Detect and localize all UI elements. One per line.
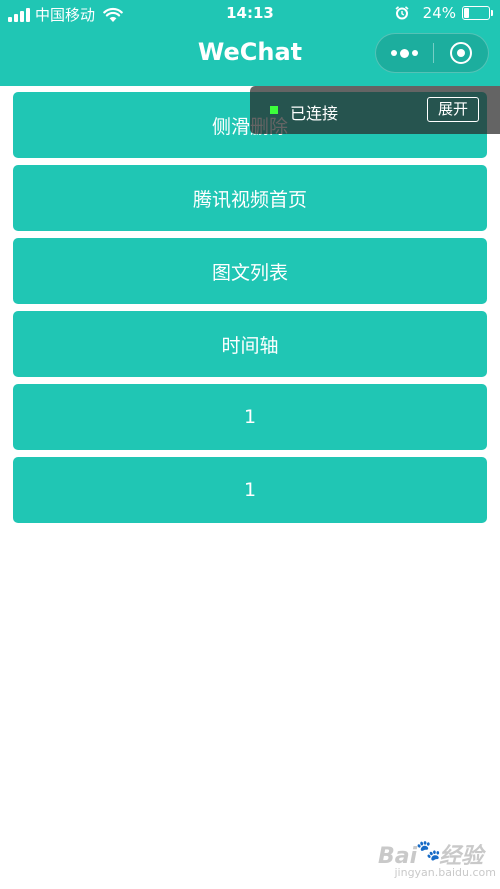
menu-button-image-text-list[interactable]: 图文列表 xyxy=(13,238,487,304)
watermark-site: jingyan.baidu.com xyxy=(394,866,496,879)
paw-icon: 🐾 xyxy=(416,838,441,862)
connection-status: 已连接 xyxy=(290,104,339,123)
menu-list: 侧滑删除 腾讯视频首页 图文列表 时间轴 1 1 xyxy=(13,92,487,530)
menu-button-timeline[interactable]: 时间轴 xyxy=(13,311,487,377)
status-bar: 中国移动 14:13 24% xyxy=(0,0,500,28)
more-icon[interactable] xyxy=(376,34,433,72)
miniprogram-capsule xyxy=(375,33,489,73)
battery-fill xyxy=(464,8,469,18)
battery-icon xyxy=(462,6,493,20)
baidu-watermark: Bai 经验 🐾 jingyan.baidu.com xyxy=(378,838,496,882)
close-miniprogram-icon[interactable] xyxy=(450,42,472,64)
alarm-icon xyxy=(395,6,409,20)
menu-button-item-6[interactable]: 1 xyxy=(13,457,487,523)
expand-button[interactable]: 展开 xyxy=(427,97,479,122)
debug-console-overlay: 已连接 展开 xyxy=(250,86,500,134)
menu-button-item-5[interactable]: 1 xyxy=(13,384,487,450)
status-right: 24% xyxy=(395,4,493,22)
capsule-divider xyxy=(433,43,434,63)
app-header: 中国移动 14:13 24% WeChat xyxy=(0,0,500,86)
battery-percent: 24% xyxy=(422,4,456,22)
menu-button-tencent-video[interactable]: 腾讯视频首页 xyxy=(13,165,487,231)
connected-indicator-icon xyxy=(270,106,278,114)
